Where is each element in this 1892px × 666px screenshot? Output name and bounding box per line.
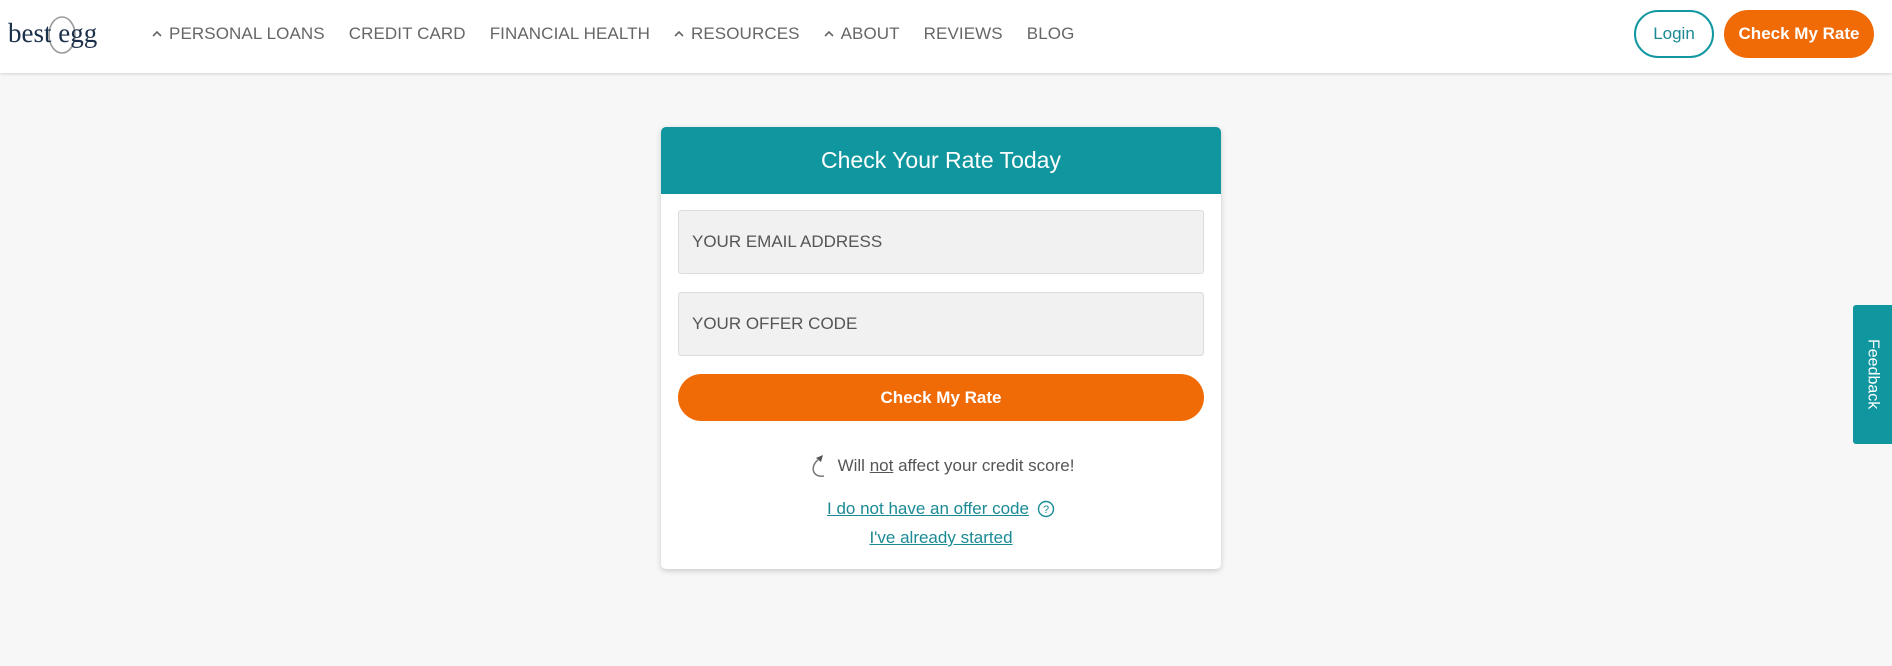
question-circle-icon[interactable]: ? xyxy=(1037,500,1055,518)
credit-score-note: Will not affect your credit score! xyxy=(661,452,1221,480)
check-my-rate-button[interactable]: Check My Rate xyxy=(678,374,1204,421)
nav-label: FINANCIAL HEALTH xyxy=(489,24,650,43)
check-rate-card: Check Your Rate Today Check My Rate Will… xyxy=(661,127,1221,569)
logo-text: best egg xyxy=(8,18,97,48)
nav-financial-health[interactable]: FINANCIAL HEALTH xyxy=(490,24,650,44)
email-input[interactable] xyxy=(678,210,1204,274)
nav-personal-loans[interactable]: PERSONAL LOANS xyxy=(152,24,325,44)
note-suffix: affect your credit score! xyxy=(898,456,1075,475)
login-button[interactable]: Login xyxy=(1634,10,1714,58)
note-prefix: Will xyxy=(837,456,865,475)
svg-text:?: ? xyxy=(1043,504,1049,516)
nav-resources[interactable]: RESOURCES xyxy=(674,24,800,44)
card-title: Check Your Rate Today xyxy=(821,147,1061,173)
nav-about[interactable]: ABOUT xyxy=(824,24,900,44)
best-egg-logo[interactable]: best egg xyxy=(8,12,112,56)
top-navigation-bar: best egg PERSONAL LOANS CREDIT CARD FINA… xyxy=(0,0,1892,73)
already-started-row: I've already started xyxy=(661,528,1221,548)
card-header: Check Your Rate Today xyxy=(661,127,1221,194)
nav-label: PERSONAL LOANS xyxy=(169,24,325,43)
nav-blog[interactable]: BLOG xyxy=(1027,24,1075,44)
main-nav: PERSONAL LOANS CREDIT CARD FINANCIAL HEA… xyxy=(152,0,1098,68)
no-offer-code-row: I do not have an offer code ? xyxy=(661,499,1221,519)
nav-label: BLOG xyxy=(1026,24,1075,43)
no-offer-code-link[interactable]: I do not have an offer code xyxy=(827,499,1029,519)
nav-reviews[interactable]: REVIEWS xyxy=(924,24,1003,44)
chevron-up-icon xyxy=(152,30,162,37)
offer-code-input[interactable] xyxy=(678,292,1204,356)
feedback-label: Feedback xyxy=(1864,339,1882,410)
nav-credit-card[interactable]: CREDIT CARD xyxy=(349,24,466,44)
nav-label: REVIEWS xyxy=(923,24,1003,43)
nav-label: ABOUT xyxy=(840,24,900,43)
header-check-my-rate-button[interactable]: Check My Rate xyxy=(1724,10,1874,58)
feedback-tab[interactable]: Feedback xyxy=(1853,305,1892,444)
nav-label: CREDIT CARD xyxy=(348,24,466,43)
curved-arrow-icon xyxy=(812,455,824,477)
nav-label: RESOURCES xyxy=(690,24,800,43)
already-started-link[interactable]: I've already started xyxy=(869,528,1012,547)
note-emphasis: not xyxy=(869,456,894,475)
chevron-up-icon xyxy=(674,30,684,37)
chevron-up-icon xyxy=(824,30,834,37)
